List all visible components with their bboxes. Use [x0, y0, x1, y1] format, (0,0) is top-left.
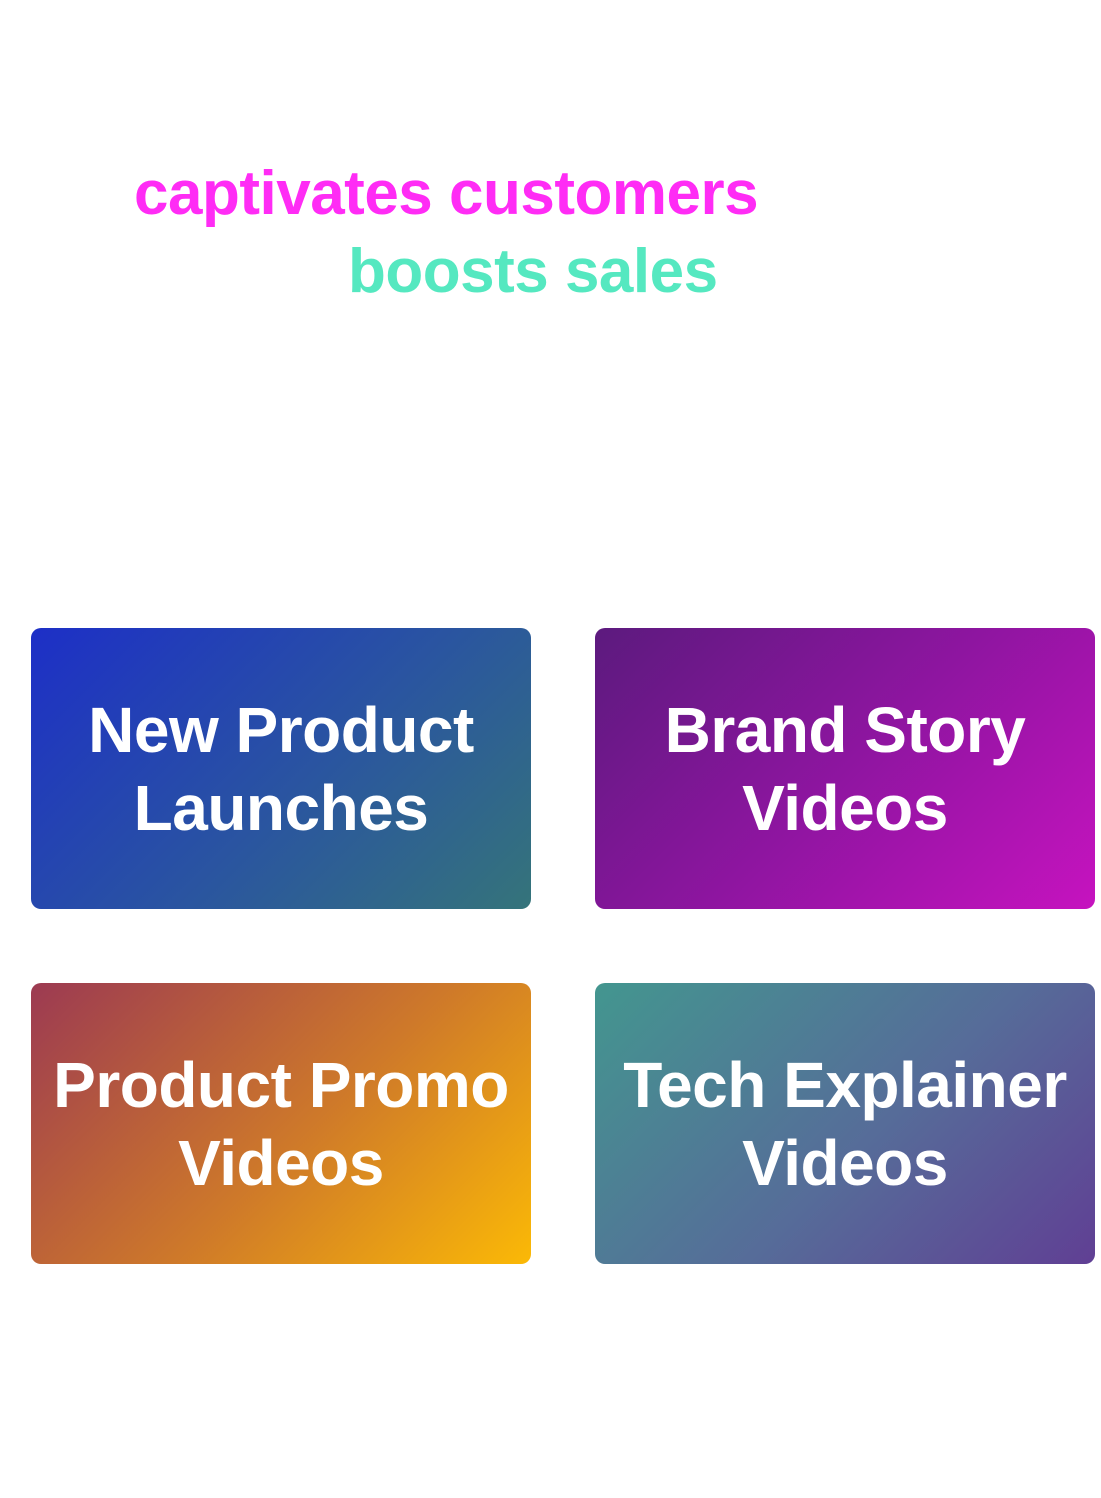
card-brand-story-videos[interactable]: Brand Story Videos — [595, 628, 1095, 909]
card-title-line: New Product — [88, 693, 474, 766]
card-new-product-launches[interactable]: New Product Launches — [31, 628, 531, 909]
card-title: Product Promo Videos — [53, 1046, 509, 1202]
card-title-line: Brand Story — [664, 693, 1026, 766]
hero-tagline-captivates: captivates customers — [134, 159, 759, 228]
card-title-line: Tech Explainer — [623, 1048, 1067, 1121]
card-title-line: Launches — [133, 771, 429, 844]
hero-tagline-boosts: boosts sales — [348, 237, 718, 306]
card-product-promo-videos[interactable]: Product Promo Videos — [31, 983, 531, 1264]
card-title-line: Videos — [178, 1126, 384, 1199]
card-title: New Product Launches — [88, 691, 474, 847]
card-tech-explainer-videos[interactable]: Tech Explainer Videos — [595, 983, 1095, 1264]
card-title: Brand Story Videos — [665, 691, 1026, 847]
card-title-line: Videos — [742, 1126, 948, 1199]
card-title: Tech Explainer Videos — [623, 1046, 1067, 1202]
card-title-line: Product Promo — [53, 1048, 509, 1121]
card-title-line: Videos — [742, 771, 948, 844]
